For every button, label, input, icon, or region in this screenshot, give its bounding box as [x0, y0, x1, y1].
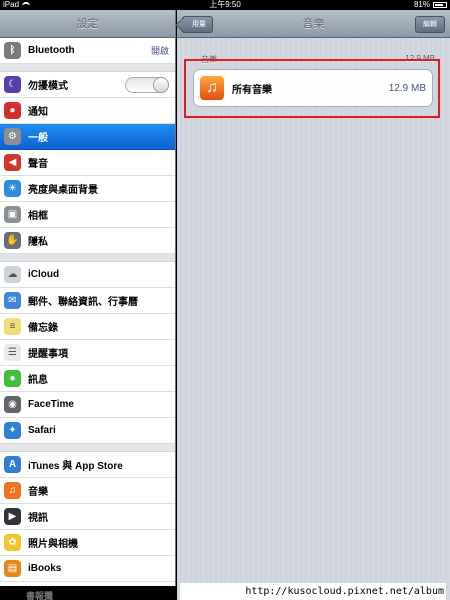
status-time: 上午9:50	[209, 0, 241, 9]
sidebar-item-label: iCloud	[28, 269, 60, 280]
sidebar-item-label: 相框	[28, 211, 48, 222]
settings-sidebar: 設定 ᛒ Bluetooth 開啟 ☾ 勿擾模式 ● 通知 ⚙ 一般 ◀ 聲音 ☀ 亮度與桌面背景 ▣ 相框…	[0, 10, 176, 600]
sidebar-item[interactable]: ● 訊息	[0, 366, 175, 392]
sunflower-icon: ✿	[4, 534, 21, 551]
sidebar-item-label: iTunes 與 App Store	[28, 461, 123, 472]
sidebar-item-label: 郵件、聯絡資訊、行事曆	[28, 297, 138, 308]
sidebar-item-label: 隱私	[28, 237, 48, 248]
hand-icon: ✋	[4, 232, 21, 249]
notes-icon: ≡	[4, 318, 21, 335]
moon-icon: ☾	[4, 76, 21, 93]
detail-panel: 用量 音樂 編輯 音樂 12.9 MB ♫ 所有音樂 12.9 MB	[177, 10, 450, 600]
sidebar-item-label: 勿擾模式	[28, 81, 68, 92]
sidebar-item-label: iBooks	[28, 563, 62, 574]
sidebar-title: 設定	[0, 10, 175, 38]
sidebar-item-label: 亮度與桌面背景	[28, 185, 98, 196]
sidebar-item[interactable]: ✿ 照片與相機	[0, 530, 175, 556]
sidebar-item[interactable]: ▶ 視訊	[0, 504, 175, 530]
status-right: 81%	[414, 0, 447, 10]
sidebar-item-label: Safari	[28, 425, 56, 436]
sidebar-list: ᛒ Bluetooth 開啟 ☾ 勿擾模式 ● 通知 ⚙ 一般 ◀ 聲音 ☀ 亮度與桌面背景 ▣ 相框 ✋ 隱私…	[0, 38, 175, 582]
sidebar-item[interactable]: ☁ iCloud	[0, 262, 175, 288]
sidebar-group-gap	[0, 64, 175, 72]
do-not-disturb-toggle[interactable]	[125, 76, 169, 93]
music-icon: ♫	[4, 482, 21, 499]
back-button-label: 用量	[192, 21, 206, 28]
sidebar-item[interactable]: ▤ iBooks	[0, 556, 175, 582]
sidebar-item[interactable]: ● 通知	[0, 98, 175, 124]
sidebar-item[interactable]: AiTunes 與 App Store	[0, 452, 175, 478]
mail-icon: ✉	[4, 292, 21, 309]
all-music-size: 12.9 MB	[388, 82, 426, 94]
sidebar-item[interactable]: ☀ 亮度與桌面背景	[0, 176, 175, 202]
frame-icon: ▣	[4, 206, 21, 223]
bluetooth-icon: ᛒ	[4, 42, 21, 59]
sidebar-item[interactable]: ✦ Safari	[0, 418, 175, 444]
sidebar-group-gap	[0, 254, 175, 262]
battery-fill	[435, 4, 444, 6]
video-icon: ▶	[4, 508, 21, 525]
sidebar-item[interactable]: ♫ 音樂	[0, 478, 175, 504]
status-bar: iPad 上午9:50 81%	[0, 0, 450, 10]
sidebar-item[interactable]: ✉ 郵件、聯絡資訊、行事曆	[0, 288, 175, 314]
sidebar-item-label: 訊息	[28, 375, 48, 386]
detail-navbar: 用量 音樂 編輯	[177, 10, 450, 38]
message-icon: ●	[4, 370, 21, 387]
sidebar-item-label: 一般	[28, 133, 48, 144]
battery-icon	[433, 2, 447, 8]
speaker-icon: ◀	[4, 154, 21, 171]
sidebar-item[interactable]: ≡ 備忘錄	[0, 314, 175, 340]
cloud-icon: ☁	[4, 266, 21, 283]
edit-button[interactable]: 編輯	[415, 16, 445, 33]
back-button[interactable]: 用量	[182, 16, 213, 33]
appstore-icon: A	[4, 456, 21, 473]
sidebar-item[interactable]: ◉ FaceTime	[0, 392, 175, 418]
sidebar-partial-label: 書報攤	[26, 591, 54, 600]
gear-icon: ⚙	[4, 128, 21, 145]
sidebar-item[interactable]: ▣ 相框	[0, 202, 175, 228]
sidebar-item-label: 照片與相機	[28, 539, 78, 550]
sidebar-partial-row: 書報攤	[0, 586, 176, 600]
sidebar-item-label: 通知	[28, 107, 48, 118]
sidebar-group-gap	[0, 444, 175, 452]
sidebar-item-label: 視訊	[28, 513, 48, 524]
reminders-icon: ☰	[4, 344, 21, 361]
sidebar-item-label: FaceTime	[28, 399, 74, 410]
sidebar-item-label: 聲音	[28, 159, 48, 170]
sidebar-item-label: 備忘錄	[28, 323, 58, 334]
notification-icon: ●	[4, 102, 21, 119]
page-title: 音樂	[302, 18, 325, 30]
facetime-icon: ◉	[4, 396, 21, 413]
sidebar-item[interactable]: ᛒ Bluetooth 開啟	[0, 38, 175, 64]
brightness-icon: ☀	[4, 180, 21, 197]
sidebar-item[interactable]: ☰ 提醒事項	[0, 340, 175, 366]
toggle-knob	[153, 76, 169, 93]
book-icon: ▤	[4, 560, 21, 577]
sidebar-item-label: Bluetooth	[28, 45, 75, 56]
music-icon: ♫	[200, 76, 224, 100]
compass-icon: ✦	[4, 422, 21, 439]
sidebar-item-label: 提醒事項	[28, 349, 68, 360]
sidebar-item-label: 音樂	[28, 487, 48, 498]
sidebar-item[interactable]: ✋ 隱私	[0, 228, 175, 254]
watermark: http://kusocloud.pixnet.net/album	[180, 583, 446, 600]
battery-percent: 81%	[413, 0, 430, 9]
all-music-label: 所有音樂	[232, 84, 272, 96]
sidebar-item[interactable]: ☾ 勿擾模式	[0, 72, 175, 98]
sidebar-item[interactable]: ⚙ 一般	[0, 124, 175, 150]
sidebar-item-value: 開啟	[150, 46, 169, 56]
sidebar-item[interactable]: ◀ 聲音	[0, 150, 175, 176]
all-music-row[interactable]: ♫ 所有音樂 12.9 MB	[193, 69, 433, 107]
